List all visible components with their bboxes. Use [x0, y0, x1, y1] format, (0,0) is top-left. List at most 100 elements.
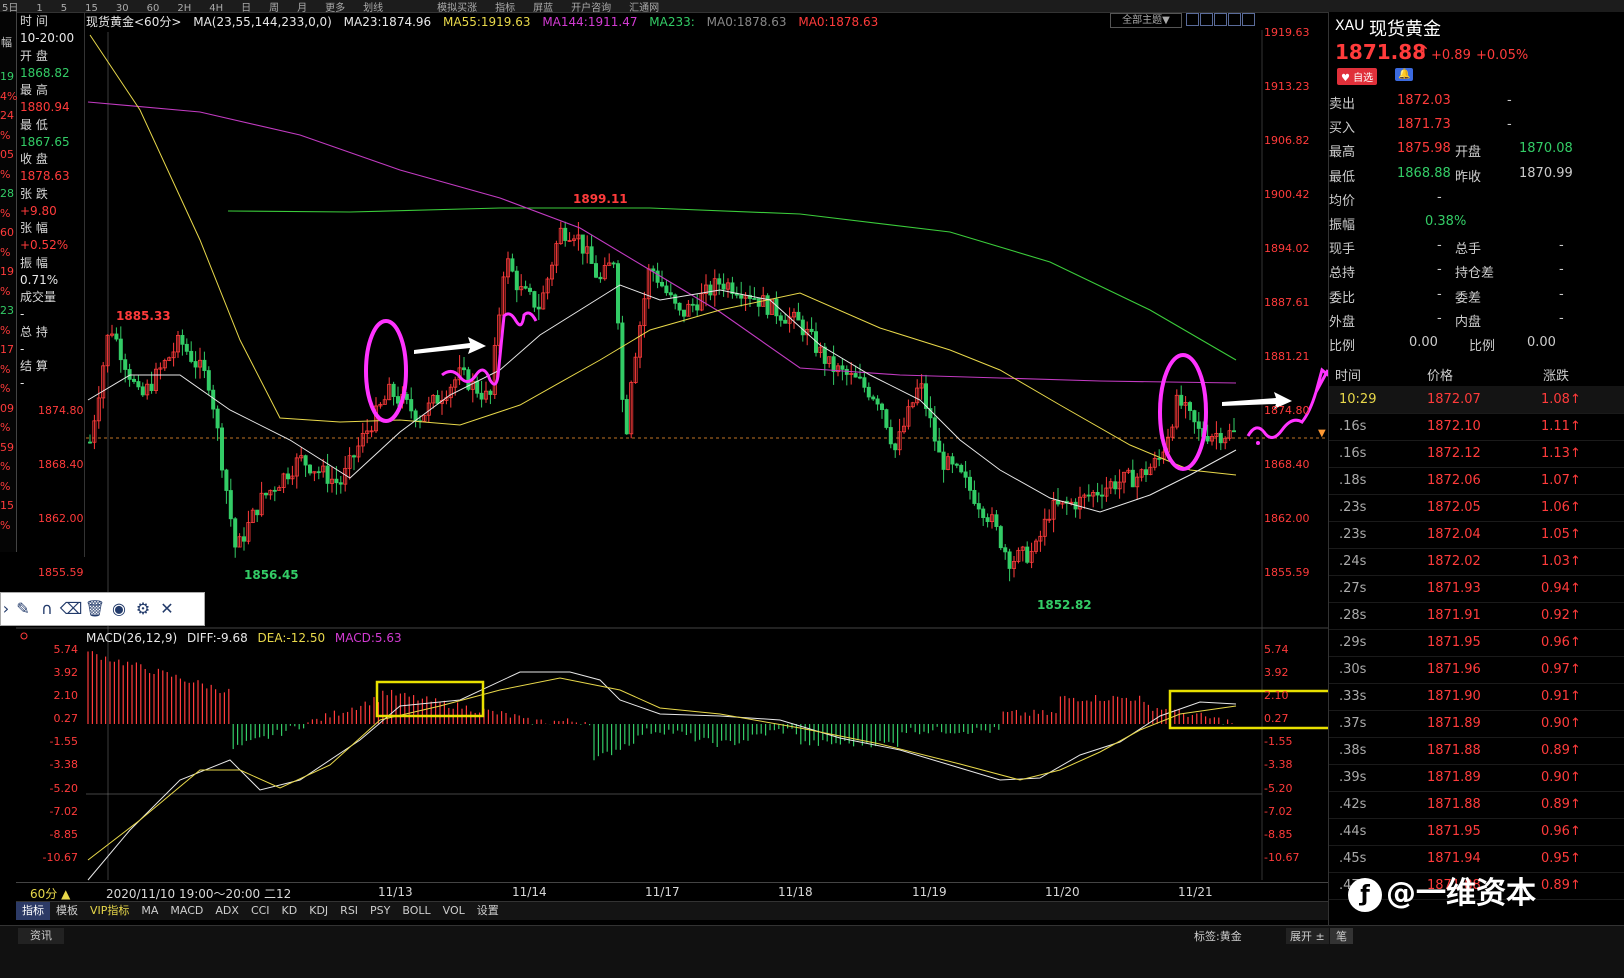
quote-hold-label: 总持: [1329, 266, 1356, 282]
candle-body: [1179, 394, 1184, 406]
candle-body: [752, 298, 757, 300]
macd-tick-label: -1.55: [1264, 735, 1293, 748]
candle-body: [219, 427, 224, 471]
tick-c: 0.97↑: [1541, 662, 1581, 677]
candle-body: [660, 281, 665, 287]
tick-t: .44s: [1339, 824, 1367, 839]
tick-p: 1871.89: [1427, 716, 1481, 731]
indicator-tab[interactable]: 模板: [50, 902, 84, 920]
indicator-tab[interactable]: PSY: [364, 902, 396, 920]
candle-body: [831, 356, 836, 373]
quote-diff: -: [1559, 286, 1564, 302]
indicator-tab[interactable]: KD: [276, 902, 304, 920]
quote-prop-label: 比例: [1329, 339, 1356, 354]
candle-body: [316, 471, 321, 474]
candle-body: [140, 386, 145, 396]
tick-c: 1.11↑: [1541, 419, 1581, 434]
last-price-marker: ▼: [1318, 428, 1326, 439]
macd-tick-label: 5.74: [53, 643, 79, 656]
candle-body: [985, 517, 990, 523]
tag-label[interactable]: 标签:黄金: [1194, 928, 1242, 944]
candle-body: [721, 283, 726, 290]
pen-tab[interactable]: 笔: [1330, 928, 1353, 944]
indicator-tab[interactable]: 设置: [471, 902, 505, 920]
tick-c: 0.94↑: [1541, 581, 1581, 596]
magnet-icon[interactable]: ∩: [35, 593, 59, 625]
macd-tick-label: -7.02: [49, 805, 78, 818]
watermark: ƒ @一维资本: [1348, 868, 1536, 912]
tick-header-price: 价格: [1427, 369, 1454, 384]
cursor-time: 2020/11/10 19:00～20:00 二12: [106, 887, 292, 901]
candle-body: [263, 492, 268, 496]
tick-p: 1872.10: [1427, 419, 1481, 434]
macd-tick-label: -10.67: [42, 851, 78, 864]
candle-body: [796, 311, 801, 321]
period-selector[interactable]: 60分 ▲: [30, 885, 70, 902]
price-tick-label: 1906.82: [1264, 134, 1310, 147]
indicator-tab[interactable]: RSI: [334, 902, 364, 920]
macd-name[interactable]: MACD(26,12,9): [86, 631, 177, 645]
indicator-tab[interactable]: MA: [135, 902, 164, 920]
candle-body: [307, 464, 312, 474]
candle-body: [215, 408, 220, 429]
candle-body: [598, 276, 603, 280]
indicator-tab[interactable]: VOL: [437, 902, 471, 920]
price-tick-label: 1894.02: [1264, 242, 1310, 255]
candle-body: [404, 393, 409, 400]
quote-prop2: 0.00: [1527, 335, 1556, 350]
candle-body: [941, 451, 946, 470]
trash-icon[interactable]: 🗑: [83, 593, 107, 625]
macd-tick-label: -5.20: [49, 782, 78, 795]
candle-body: [510, 258, 515, 272]
candle-body: [682, 309, 687, 317]
tick-c: 1.13↑: [1541, 446, 1581, 461]
eye-icon[interactable]: ◉: [107, 593, 131, 625]
high-left-label: 1885.33: [116, 309, 171, 323]
gear-icon[interactable]: ⚙: [131, 593, 155, 625]
close-icon[interactable]: ✕: [155, 593, 179, 625]
indicator-tab[interactable]: KDJ: [303, 902, 334, 920]
low2-label: 1852.82: [1037, 598, 1092, 612]
favorite-button[interactable]: ♥ 自选: [1337, 68, 1378, 85]
news-tab[interactable]: 资讯: [18, 928, 64, 944]
candle-body: [131, 378, 136, 382]
candle-body: [932, 417, 937, 442]
tick-p: 1871.88: [1427, 797, 1481, 812]
candle-body: [325, 465, 330, 484]
indicator-tab[interactable]: 指标: [16, 902, 50, 920]
quote-ratio: -: [1437, 286, 1442, 302]
candle-body: [532, 291, 537, 308]
price-chart[interactable]: ▼: [0, 0, 1328, 900]
indicator-tab[interactable]: ADX: [209, 902, 245, 920]
candle-body: [998, 526, 1003, 549]
tick-row: .33s 1871.90 0.91↑: [1329, 683, 1624, 711]
indicator-tab[interactable]: CCI: [245, 902, 276, 920]
macd-tick-label: -5.20: [1264, 782, 1293, 795]
bell-icon[interactable]: 🔔: [1395, 68, 1414, 81]
indicator-tab[interactable]: VIP指标: [84, 902, 135, 920]
tick-header-chg: 涨跌: [1543, 369, 1570, 384]
indicator-tab[interactable]: MACD: [164, 902, 209, 920]
candle-body: [149, 383, 154, 391]
candle-body: [968, 476, 973, 491]
tick-c: 0.89↑: [1541, 797, 1581, 812]
ma23-line: [87, 284, 1237, 513]
candle-body: [189, 350, 194, 362]
tick-c: 1.03↑: [1541, 554, 1581, 569]
quote-change: +0.89: [1431, 48, 1471, 63]
eraser-icon[interactable]: ⌫: [59, 593, 83, 625]
macd-tick-label: -8.85: [49, 828, 78, 841]
macd-macd: MACD:5.63: [334, 631, 402, 645]
candle-body: [233, 518, 238, 548]
candle-body: [303, 455, 308, 466]
annotation-arrow-left: [414, 337, 486, 354]
quote-high: 1875.98: [1397, 141, 1451, 157]
tick-t: .24s: [1339, 554, 1367, 569]
tick-c: 1.06↑: [1541, 500, 1581, 515]
pen-icon[interactable]: ✎: [11, 593, 35, 625]
macd-tick-label: -8.85: [1264, 828, 1293, 841]
tick-p: 1872.07: [1427, 392, 1481, 407]
indicator-tab[interactable]: BOLL: [396, 902, 436, 920]
draw-prev-icon[interactable]: ›: [1, 593, 11, 625]
expand-button[interactable]: 展开 ±: [1286, 928, 1329, 944]
